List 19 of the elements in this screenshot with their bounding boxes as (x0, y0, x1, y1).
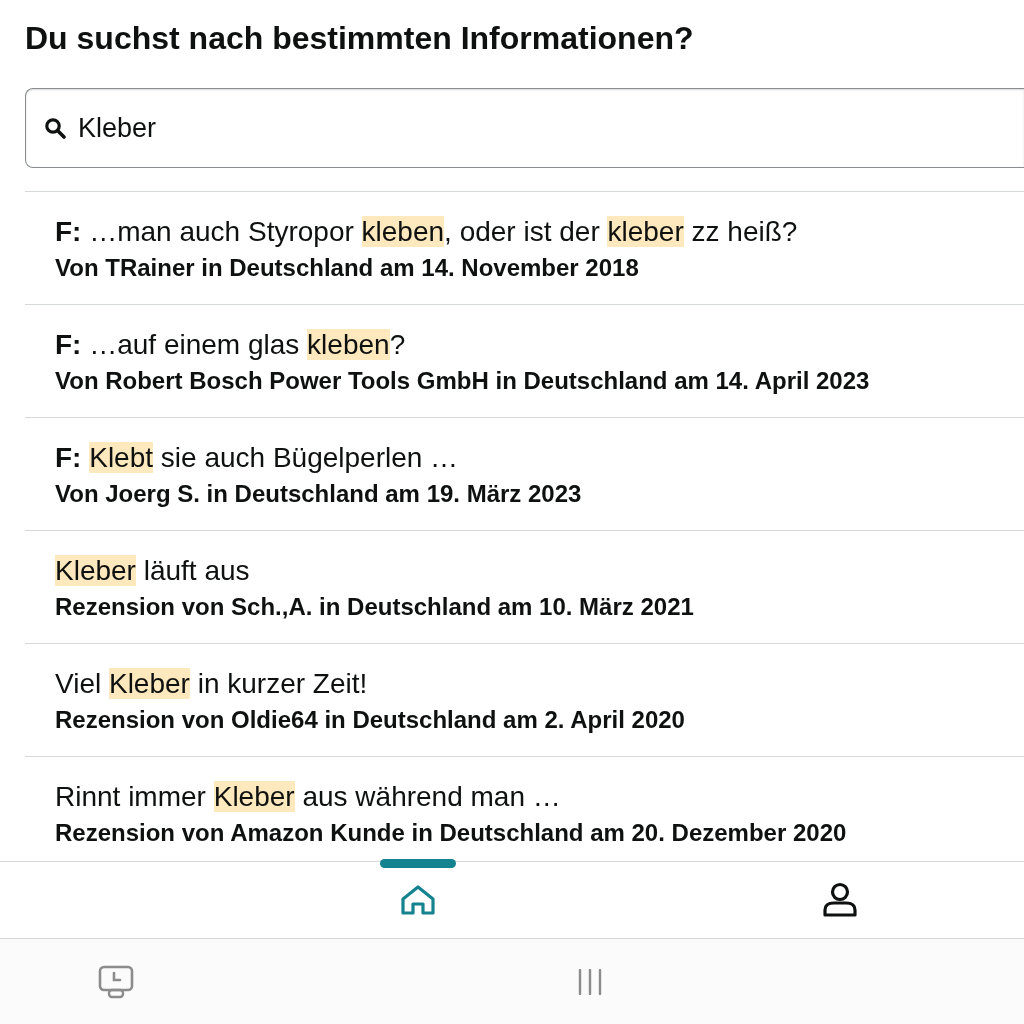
person-icon (822, 882, 858, 918)
page-heading: Du suchst nach bestimmten Informationen? (25, 19, 695, 58)
result-title[interactable]: F: …auf einem glas kleben? (55, 327, 1024, 363)
result-meta: Von Robert Bosch Power Tools GmbH in Deutschland am 14. April 2023 (55, 366, 871, 396)
result-title[interactable]: F: Klebt sie auch Bügelperlen … (55, 440, 1024, 476)
result-meta: Rezension von Amazon Kunde in Deutschland am 20. Dezember 2020 (55, 818, 848, 848)
result-title[interactable]: Kleber läuft aus (55, 553, 1024, 589)
result-meta: Von Joerg S. in Deutschland am 19. März 2023 (55, 479, 583, 509)
result-meta: Von TRainer in Deutschland am 14. November 2018 (55, 253, 640, 283)
result-meta: Rezension von Sch.,A. in Deutschland am 10. März 2021 (55, 592, 695, 622)
search-icon (44, 117, 66, 139)
result-title[interactable]: F: …man auch Styropor kleben, oder ist der kleber zz heiß? (55, 214, 1024, 250)
result-title[interactable]: Viel Kleber in kurzer Zeit! (55, 666, 1024, 702)
search-field[interactable]: Kleber (25, 88, 1024, 168)
result-title[interactable]: Rinnt immer Kleber aus während man … (55, 779, 1024, 815)
monitor-clock-icon[interactable] (98, 964, 134, 999)
vertical-lines-icon[interactable] (578, 968, 602, 995)
result-meta: Rezension von Oldie64 in Deutschland am 2. April 2020 (55, 705, 686, 735)
home-icon (400, 884, 436, 916)
